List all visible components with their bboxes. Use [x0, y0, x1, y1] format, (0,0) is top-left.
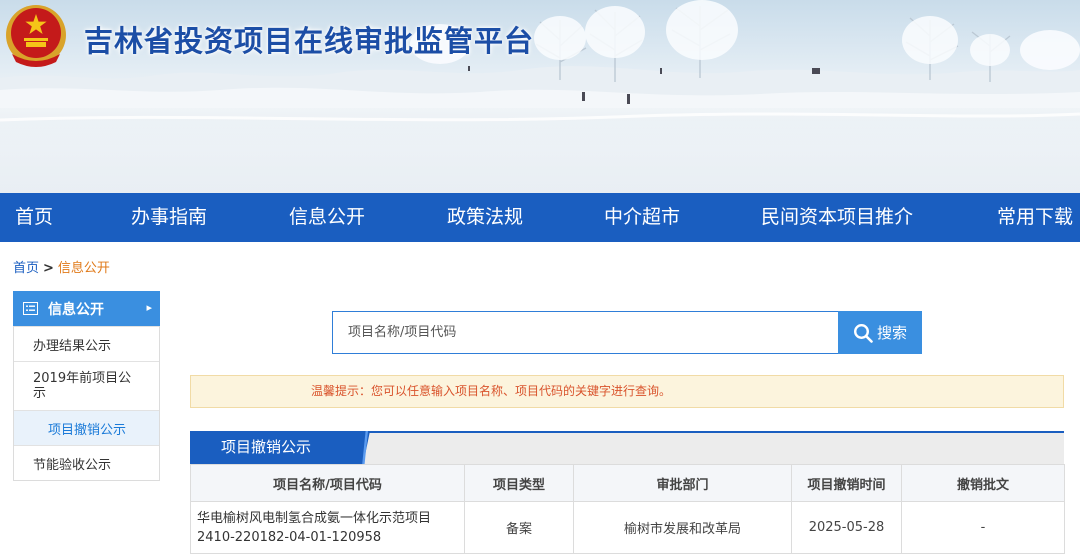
sidebar-item-label: 2019年前项目公示 [33, 371, 132, 401]
project-name[interactable]: 华电榆树风电制氢合成氨一体化示范项目 [197, 511, 431, 526]
sidebar-item-pre2019[interactable]: 2019年前项目公示 [14, 361, 159, 410]
nav-item-downloads[interactable]: 常用下载 [997, 193, 1073, 242]
section-header: 项目撤销公示 [190, 431, 1064, 466]
breadcrumb-home-link[interactable]: 首页 [13, 261, 39, 276]
column-header-dept: 审批部门 [573, 464, 792, 502]
sidebar-item-label: 项目撤销公示 [48, 422, 127, 438]
sidebar-item-energy-acceptance[interactable]: 节能验收公示 [14, 445, 159, 480]
breadcrumb-separator: > [43, 261, 54, 276]
sidebar-item-label: 节能验收公示 [33, 457, 112, 473]
search-button-label: 搜索 [876, 324, 907, 342]
header-banner: 吉林省投资项目在线审批监管平台 [0, 0, 1080, 193]
table-row[interactable]: 华电榆树风电制氢合成氨一体化示范项目 2410-220182-04-01-120… [190, 501, 1065, 554]
nav-item-policies[interactable]: 政策法规 [447, 193, 523, 242]
search-input[interactable] [332, 311, 838, 354]
sidebar-header[interactable]: 信息公开 ▸ [13, 291, 160, 326]
sidebar: 信息公开 ▸ 办理结果公示 2019年前项目公示 项目撤销公示 节能验收公示 [13, 291, 160, 481]
search-tip: 温馨提示：您可以任意输入项目名称、项目代码的关键字进行查询。 [190, 375, 1064, 408]
breadcrumb-current[interactable]: 信息公开 [58, 261, 110, 276]
project-type-cell: 备案 [464, 501, 574, 554]
site-title: 吉林省投资项目在线审批监管平台 [84, 24, 535, 58]
breadcrumb: 首页 > 信息公开 [13, 257, 110, 276]
search-icon [853, 323, 873, 343]
column-header-name: 项目名称/项目代码 [190, 464, 465, 502]
sidebar-item-label: 办理结果公示 [33, 338, 112, 354]
search-button[interactable]: 搜索 [838, 311, 922, 354]
list-icon [23, 302, 38, 315]
sidebar-item-results[interactable]: 办理结果公示 [14, 326, 159, 361]
sidebar-list: 办理结果公示 2019年前项目公示 项目撤销公示 节能验收公示 [13, 326, 160, 481]
nav-item-info-disclosure[interactable]: 信息公开 [289, 193, 365, 242]
table-header-row: 项目名称/项目代码 项目类型 审批部门 项目撤销时间 撤销批文 [190, 464, 1065, 502]
sidebar-item-revocation[interactable]: 项目撤销公示 [14, 410, 159, 445]
project-name-cell[interactable]: 华电榆树风电制氢合成氨一体化示范项目 2410-220182-04-01-120… [190, 501, 465, 554]
sidebar-title: 信息公开 [48, 301, 104, 318]
revocation-doc-cell: - [901, 501, 1065, 554]
column-header-doc: 撤销批文 [901, 464, 1065, 502]
revocation-table: 项目名称/项目代码 项目类型 审批部门 项目撤销时间 撤销批文 华电榆树风电制氢… [190, 464, 1065, 554]
column-header-date: 项目撤销时间 [791, 464, 902, 502]
project-code[interactable]: 2410-220182-04-01-120958 [197, 530, 381, 545]
nav-item-private-capital[interactable]: 民间资本项目推介 [761, 193, 913, 242]
revocation-date-cell: 2025-05-28 [791, 501, 902, 554]
column-header-type: 项目类型 [464, 464, 574, 502]
section-title: 项目撤销公示 [190, 431, 370, 466]
nav-item-home[interactable]: 首页 [15, 193, 53, 242]
national-emblem [2, 2, 70, 70]
approval-dept-cell: 榆树市发展和改革局 [573, 501, 792, 554]
nav-item-guide[interactable]: 办事指南 [131, 193, 207, 242]
chevron-right-icon: ▸ [146, 301, 152, 314]
main-nav: 首页 办事指南 信息公开 政策法规 中介超市 民间资本项目推介 常用下载 [0, 193, 1080, 242]
nav-item-agency-market[interactable]: 中介超市 [604, 193, 680, 242]
